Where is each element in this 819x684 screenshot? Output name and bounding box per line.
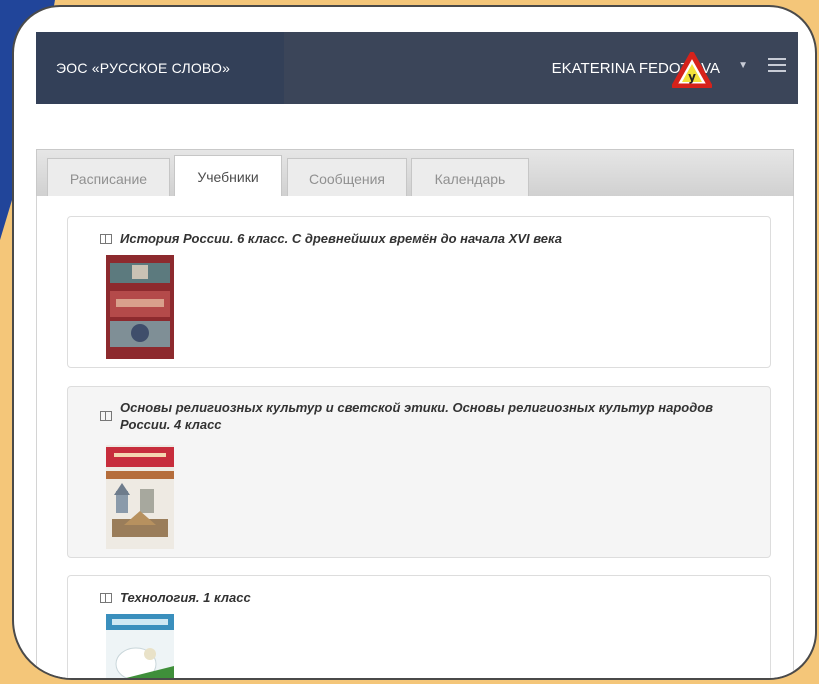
tabs-bar: Расписание Учебники Сообщения Календарь (36, 149, 794, 198)
tab-schedule[interactable]: Расписание (47, 158, 170, 198)
textbooks-panel: История России. 6 класс. С древнейших вр… (36, 196, 794, 680)
warning-road-sign-icon[interactable]: у (672, 52, 712, 88)
book-title[interactable]: История России. 6 класс. С древнейших вр… (120, 230, 758, 247)
caret-down-icon[interactable]: ▼ (738, 60, 748, 71)
tab-calendar[interactable]: Календарь (411, 158, 529, 198)
book-card[interactable]: Основы религиозных культур и светской эт… (67, 386, 771, 558)
book-icon (100, 234, 112, 244)
tab-textbooks[interactable]: Учебники (174, 155, 282, 198)
book-card[interactable]: Технология. 1 класс (67, 575, 771, 680)
screenshot-frame: ЭОС «РУССКОЕ СЛОВО» EKATERINA FEDOTOVA у… (12, 5, 817, 680)
book-icon (100, 411, 112, 421)
book-icon (100, 593, 112, 603)
book-cover-image[interactable] (106, 255, 174, 359)
book-title[interactable]: Технология. 1 класс (120, 589, 758, 606)
book-title[interactable]: Основы религиозных культур и светской эт… (120, 399, 758, 433)
book-cover-image[interactable] (106, 445, 174, 549)
top-navbar: ЭОС «РУССКОЕ СЛОВО» EKATERINA FEDOTOVA у… (36, 32, 798, 104)
book-card[interactable]: История России. 6 класс. С древнейших вр… (67, 216, 771, 368)
tab-messages[interactable]: Сообщения (287, 158, 407, 198)
book-cover-image[interactable] (106, 614, 174, 680)
svg-text:у: у (688, 70, 696, 84)
brand-link[interactable]: ЭОС «РУССКОЕ СЛОВО» (36, 32, 284, 104)
hamburger-menu-icon[interactable] (768, 58, 786, 72)
